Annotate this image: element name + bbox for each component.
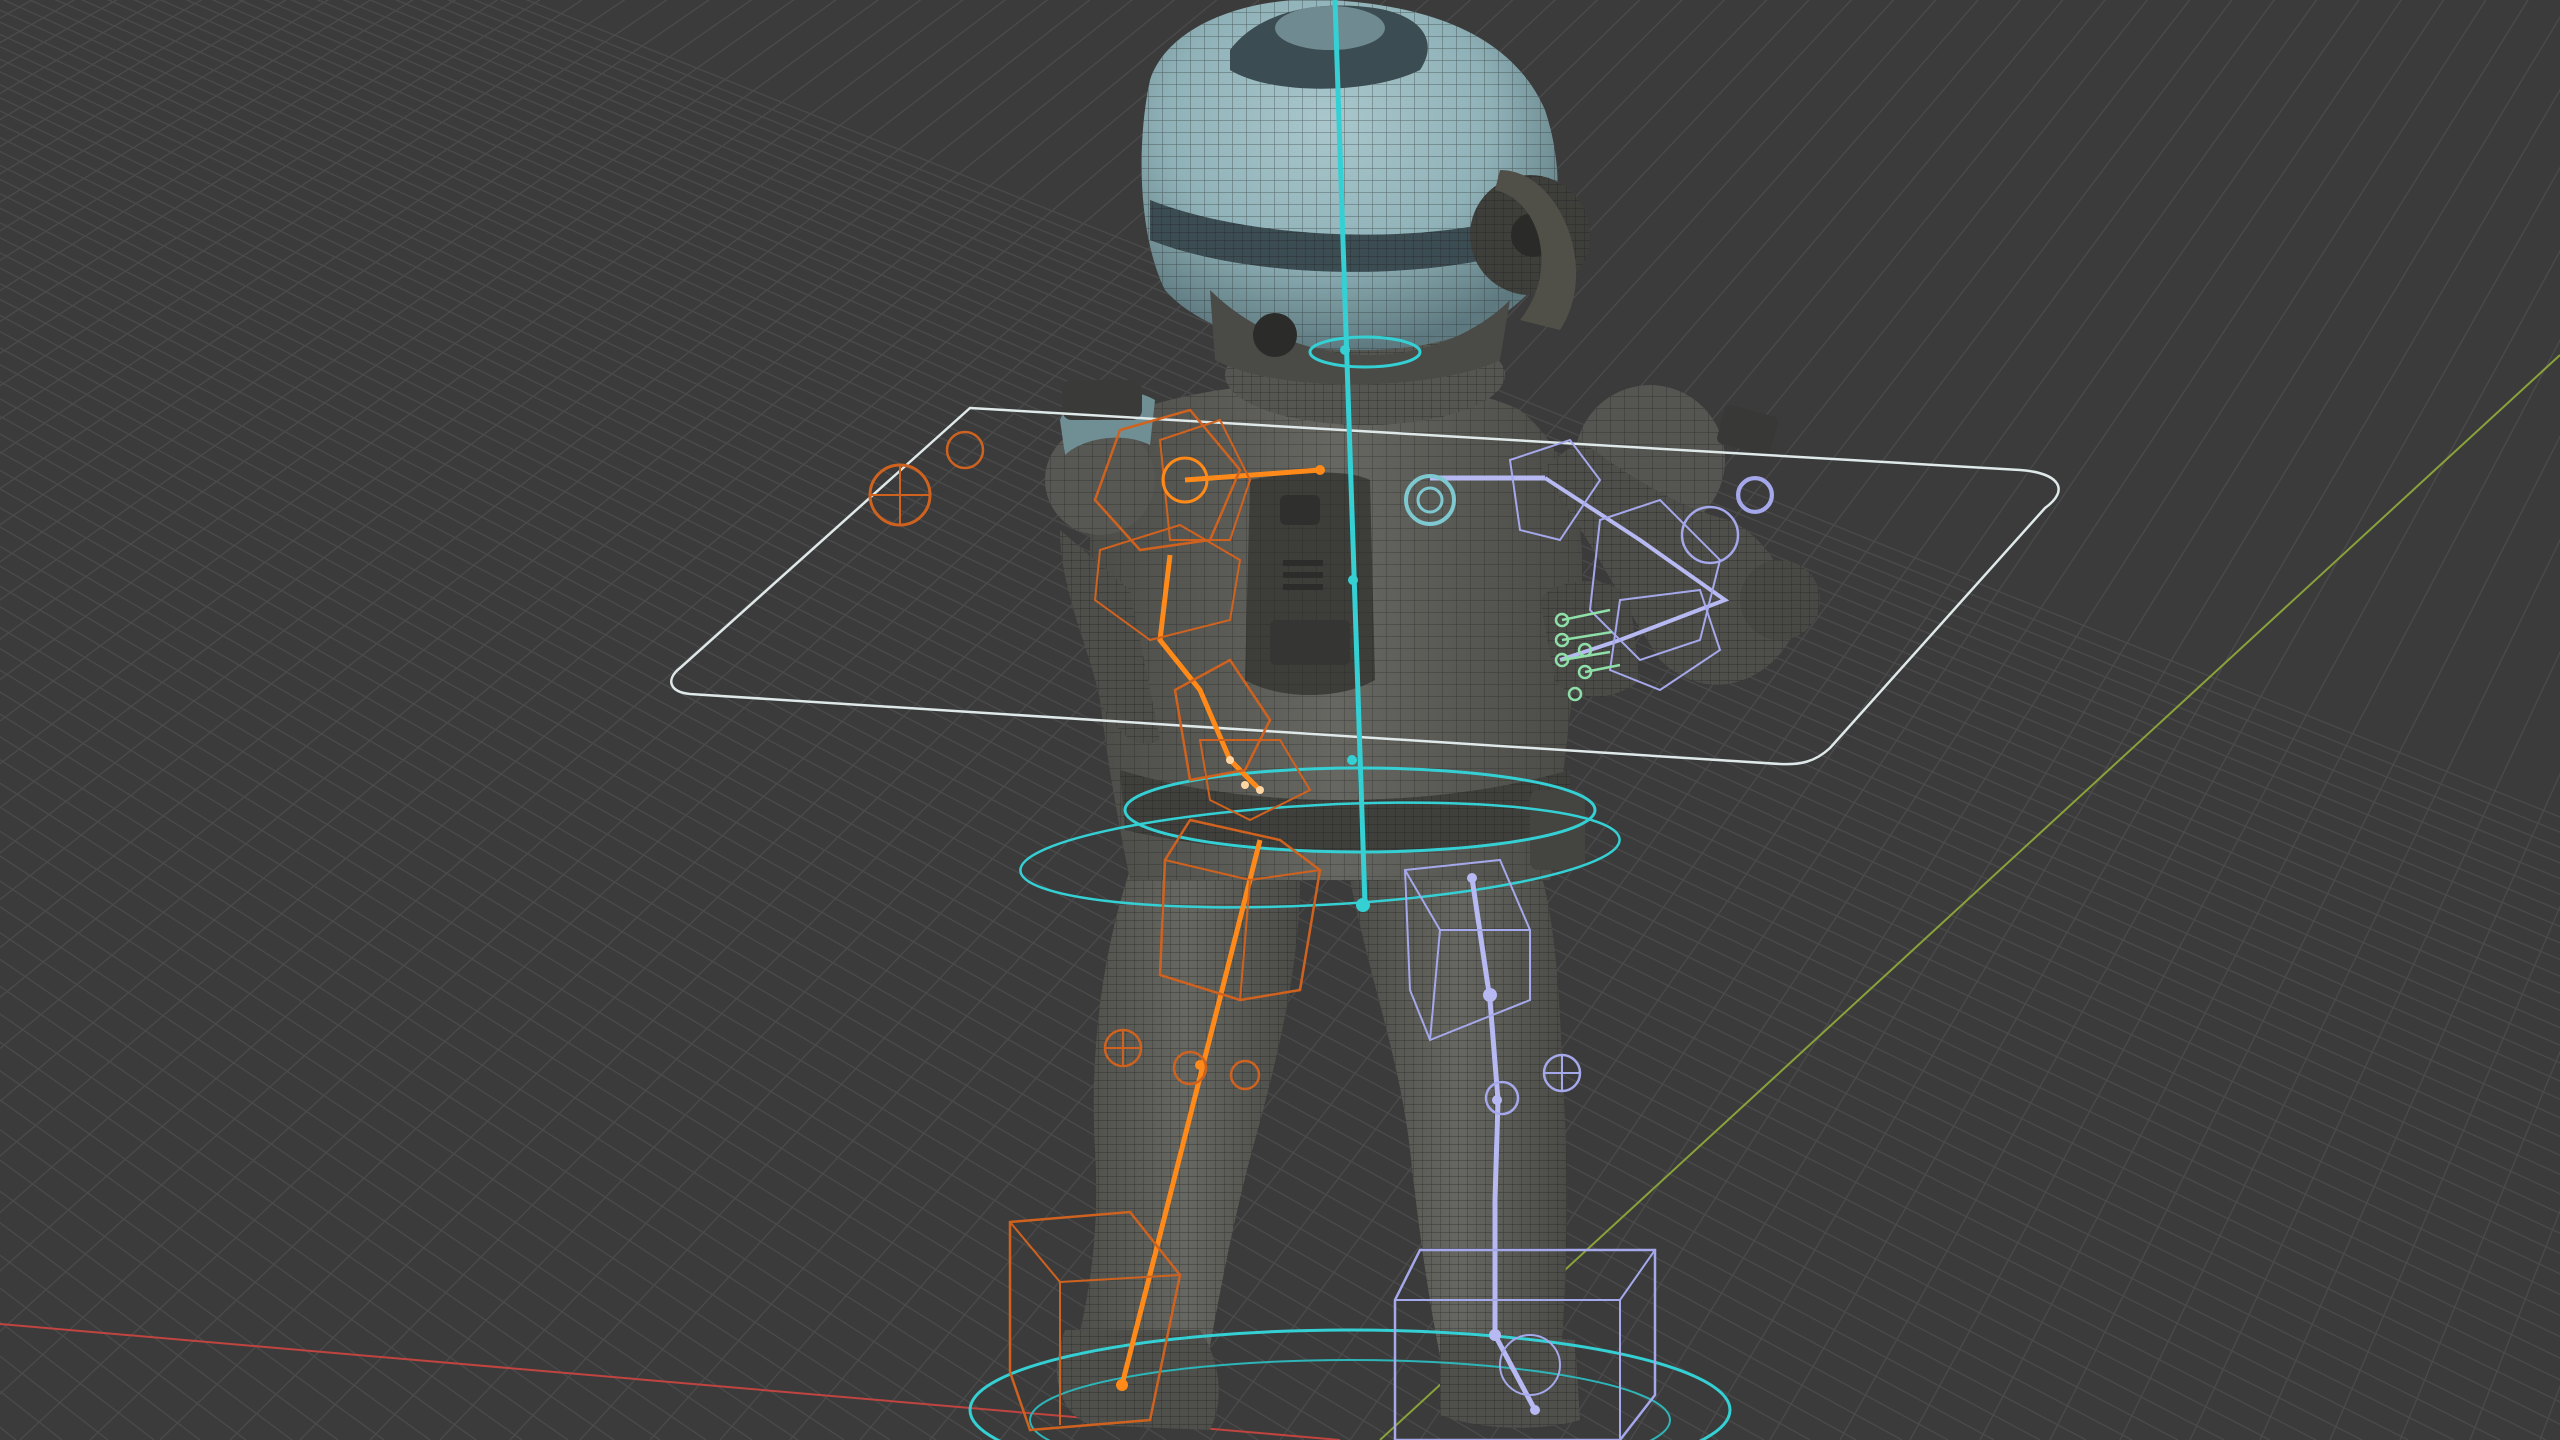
- spine-base-joint[interactable]: [1356, 898, 1370, 912]
- 3d-viewport[interactable]: [0, 0, 2560, 1440]
- viewport-canvas[interactable]: [0, 0, 2560, 1440]
